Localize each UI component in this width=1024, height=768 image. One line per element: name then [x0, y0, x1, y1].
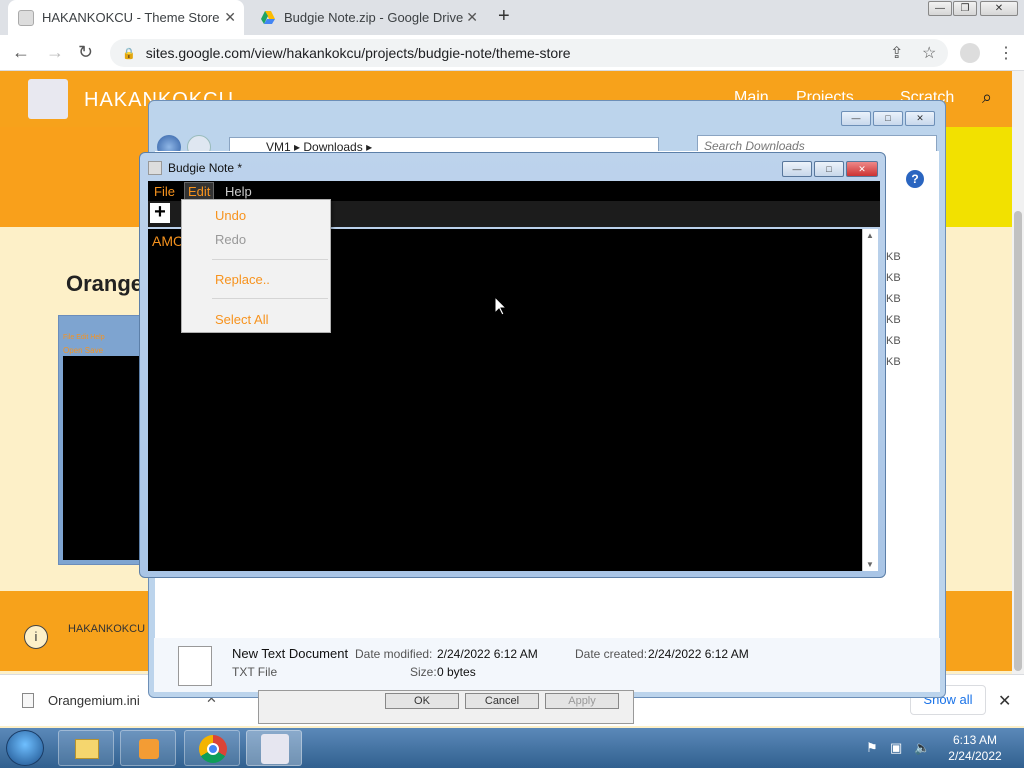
chrome-taskbar-icon[interactable]: [184, 730, 240, 766]
site-logo[interactable]: [28, 79, 68, 119]
menu-help[interactable]: Help: [225, 184, 252, 199]
explorer-minimize-button[interactable]: —: [841, 111, 871, 126]
detail-size-value: 0 bytes: [437, 665, 476, 679]
share-icon[interactable]: ⇪: [890, 43, 903, 63]
page-scrollbar[interactable]: [1012, 71, 1024, 674]
explorer-close-button[interactable]: ✕: [905, 111, 935, 126]
tab-title: Budgie Note.zip - Google Drive: [284, 10, 464, 25]
details-pane: New Text Document TXT File Date modified…: [154, 638, 940, 692]
explorer-maximize-button[interactable]: □: [873, 111, 903, 126]
detail-size-label: Size:: [410, 665, 437, 679]
budgie-app-icon: [148, 161, 162, 175]
bookmark-star-icon[interactable]: ☆: [922, 43, 936, 63]
budgie-favicon-icon: [18, 9, 34, 26]
file-size-label: KB: [886, 335, 901, 347]
maximize-button[interactable]: □: [814, 161, 844, 177]
profile-avatar-icon[interactable]: [960, 43, 980, 63]
scroll-down-icon[interactable]: ▼: [866, 560, 874, 569]
file-size-label: KB: [886, 293, 901, 305]
footer-site-name: HAKANKOKCU: [68, 623, 146, 635]
tab-google-drive[interactable]: Budgie Note.zip - Google Drive ✕: [250, 0, 486, 35]
menu-separator: [212, 298, 328, 299]
file-size-label: KB: [886, 314, 901, 326]
minimize-button[interactable]: —: [782, 161, 812, 177]
file-size-label: KB: [886, 251, 901, 263]
network-icon[interactable]: ▣: [890, 740, 902, 756]
budgie-note-taskbar-icon[interactable]: [246, 730, 302, 766]
properties-dialog: OK Cancel Apply: [258, 690, 634, 724]
ok-button[interactable]: OK: [385, 693, 459, 709]
file-explorer-taskbar-icon[interactable]: [58, 730, 114, 766]
scrollbar-thumb[interactable]: [1014, 211, 1022, 671]
detail-created-label: Date created:: [575, 647, 648, 661]
detail-filename: New Text Document: [232, 646, 349, 661]
apply-button[interactable]: Apply: [545, 693, 619, 709]
clock-time: 6:13 AM: [952, 733, 998, 747]
download-filename[interactable]: Orangemium.ini: [48, 693, 140, 708]
clock-date: 2/24/2022: [948, 749, 1002, 763]
editor-text: AMO: [152, 233, 184, 249]
menu-item-replace[interactable]: Replace..: [215, 272, 270, 287]
page-heading: Orange: [66, 271, 144, 296]
preview-menu: File Edit Help: [63, 334, 105, 341]
menu-item-select-all[interactable]: Select All: [215, 312, 268, 327]
scroll-up-icon[interactable]: ▲: [866, 231, 874, 240]
shelf-close-icon[interactable]: ✕: [998, 691, 1011, 711]
action-center-icon[interactable]: ⚑: [866, 740, 878, 756]
tab-title: HAKANKOKCU - Theme Store: [42, 10, 220, 25]
preview-toolbar: Open Save: [63, 346, 104, 355]
forward-arrow-icon[interactable]: →: [46, 42, 64, 63]
google-drive-icon: [260, 10, 276, 26]
mouse-cursor-icon: [495, 297, 507, 316]
taskbar: ⚑ ▣ 🔈 6:13 AM 2/24/2022: [0, 728, 1024, 768]
preview-editor: [63, 356, 141, 560]
theme-preview-image: File Edit Help Open Save: [58, 315, 142, 565]
reload-icon[interactable]: ↻: [78, 42, 93, 63]
lock-icon: 🔒: [122, 47, 136, 60]
detail-modified-value: 2/24/2022 6:12 AM: [437, 647, 538, 661]
new-tab-button[interactable]: +: [498, 5, 510, 28]
close-button[interactable]: ✕: [980, 1, 1018, 16]
close-button[interactable]: ✕: [846, 161, 878, 177]
file-icon: [22, 693, 34, 708]
windows-start-icon[interactable]: [6, 730, 44, 766]
tab-theme-store[interactable]: HAKANKOKCU - Theme Store ✕: [8, 0, 244, 35]
kebab-menu-icon[interactable]: ⋮: [998, 43, 1014, 63]
detail-created-value: 2/24/2022 6:12 AM: [648, 647, 749, 661]
detail-filetype: TXT File: [232, 665, 278, 679]
search-icon[interactable]: ⌕: [982, 87, 992, 108]
cancel-button[interactable]: Cancel: [465, 693, 539, 709]
detail-modified-label: Date modified:: [355, 647, 433, 661]
url-text: sites.google.com/view/hakankokcu/project…: [145, 45, 571, 61]
media-player-taskbar-icon[interactable]: [120, 730, 176, 766]
browser-tab-bar: HAKANKOKCU - Theme Store ✕ Budgie Note.z…: [0, 0, 1024, 35]
file-size-label: KB: [886, 272, 901, 284]
file-size-label: KB: [886, 356, 901, 368]
info-icon[interactable]: i: [24, 625, 48, 649]
menu-file[interactable]: File: [154, 184, 175, 199]
minimize-button[interactable]: —: [928, 1, 952, 16]
address-bar: ← → ↻ 🔒 sites.google.com/view/hakankokcu…: [0, 35, 1024, 71]
menu-item-redo[interactable]: Redo: [215, 232, 246, 247]
tab-close-icon[interactable]: ✕: [466, 9, 478, 26]
new-document-plus-icon[interactable]: +: [150, 202, 170, 223]
menu-bar: File Edit Help: [148, 181, 880, 201]
editor-scrollbar[interactable]: ▲ ▼: [862, 229, 878, 571]
system-clock[interactable]: 6:13 AM 2/24/2022: [940, 732, 1010, 764]
restore-button[interactable]: ❐: [953, 1, 977, 16]
volume-icon[interactable]: 🔈: [914, 740, 930, 756]
window-title: Budgie Note *: [168, 161, 243, 175]
help-icon[interactable]: ?: [906, 170, 924, 188]
edit-dropdown-menu: Undo Redo Replace.. Select All: [181, 199, 331, 333]
menu-item-undo[interactable]: Undo: [215, 208, 246, 223]
back-arrow-icon[interactable]: ←: [12, 42, 30, 63]
menu-separator: [212, 259, 328, 260]
url-field[interactable]: 🔒 sites.google.com/view/hakankokcu/proje…: [110, 39, 948, 67]
tab-close-icon[interactable]: ✕: [224, 9, 236, 26]
text-document-icon: [178, 646, 212, 686]
